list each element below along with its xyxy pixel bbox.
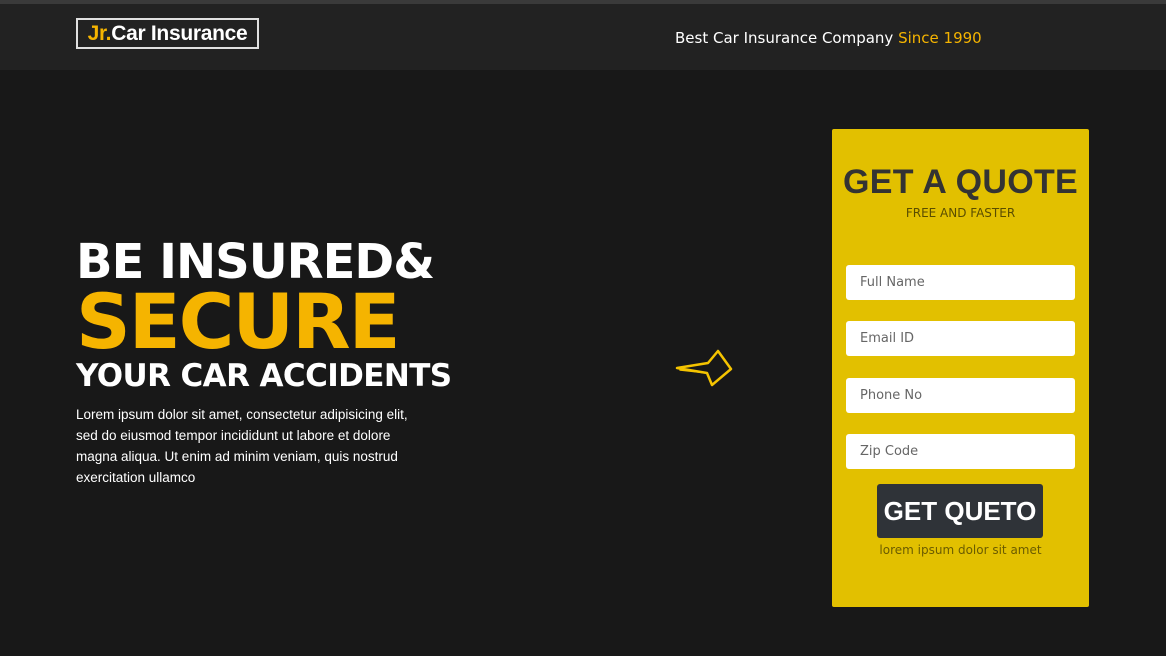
quote-form-note: lorem ipsum dolor sit amet [879,543,1042,557]
hero-description: Lorem ipsum dolor sit amet, consectetur … [76,407,408,485]
logo-prefix: Jr. [87,21,112,45]
logo-name: Car Insurance [111,21,248,45]
email-input[interactable] [846,321,1075,356]
zip-code-input[interactable] [846,434,1075,469]
hand-drawn-arrow-left-icon [675,349,733,387]
quote-form-subtitle: FREE AND FASTER [905,206,1016,220]
tagline-text: Best Car Insurance Company [675,29,894,47]
site-header: Jr. Car Insurance Best Car Insurance Comp… [0,4,1166,70]
hero-section: BE INSURED& SECURE YOUR CAR ACCIDENTS Lo… [76,236,516,488]
quote-form: GET A QUOTE FREE AND FASTER GET QUETO lo… [832,129,1089,607]
header-tagline: Best Car Insurance Company Since 1990 [675,29,982,47]
tagline-highlight: Since 1990 [898,29,982,47]
phone-input[interactable] [846,378,1075,413]
hero-heading-line2: SECURE [76,277,401,366]
logo[interactable]: Jr. Car Insurance [76,18,259,49]
get-quote-button[interactable]: GET QUETO [877,484,1043,538]
quote-form-title: GET A QUOTE [842,163,1078,201]
full-name-input[interactable] [846,265,1075,300]
hero-heading-line3: YOUR CAR ACCIDENTS [76,358,452,394]
